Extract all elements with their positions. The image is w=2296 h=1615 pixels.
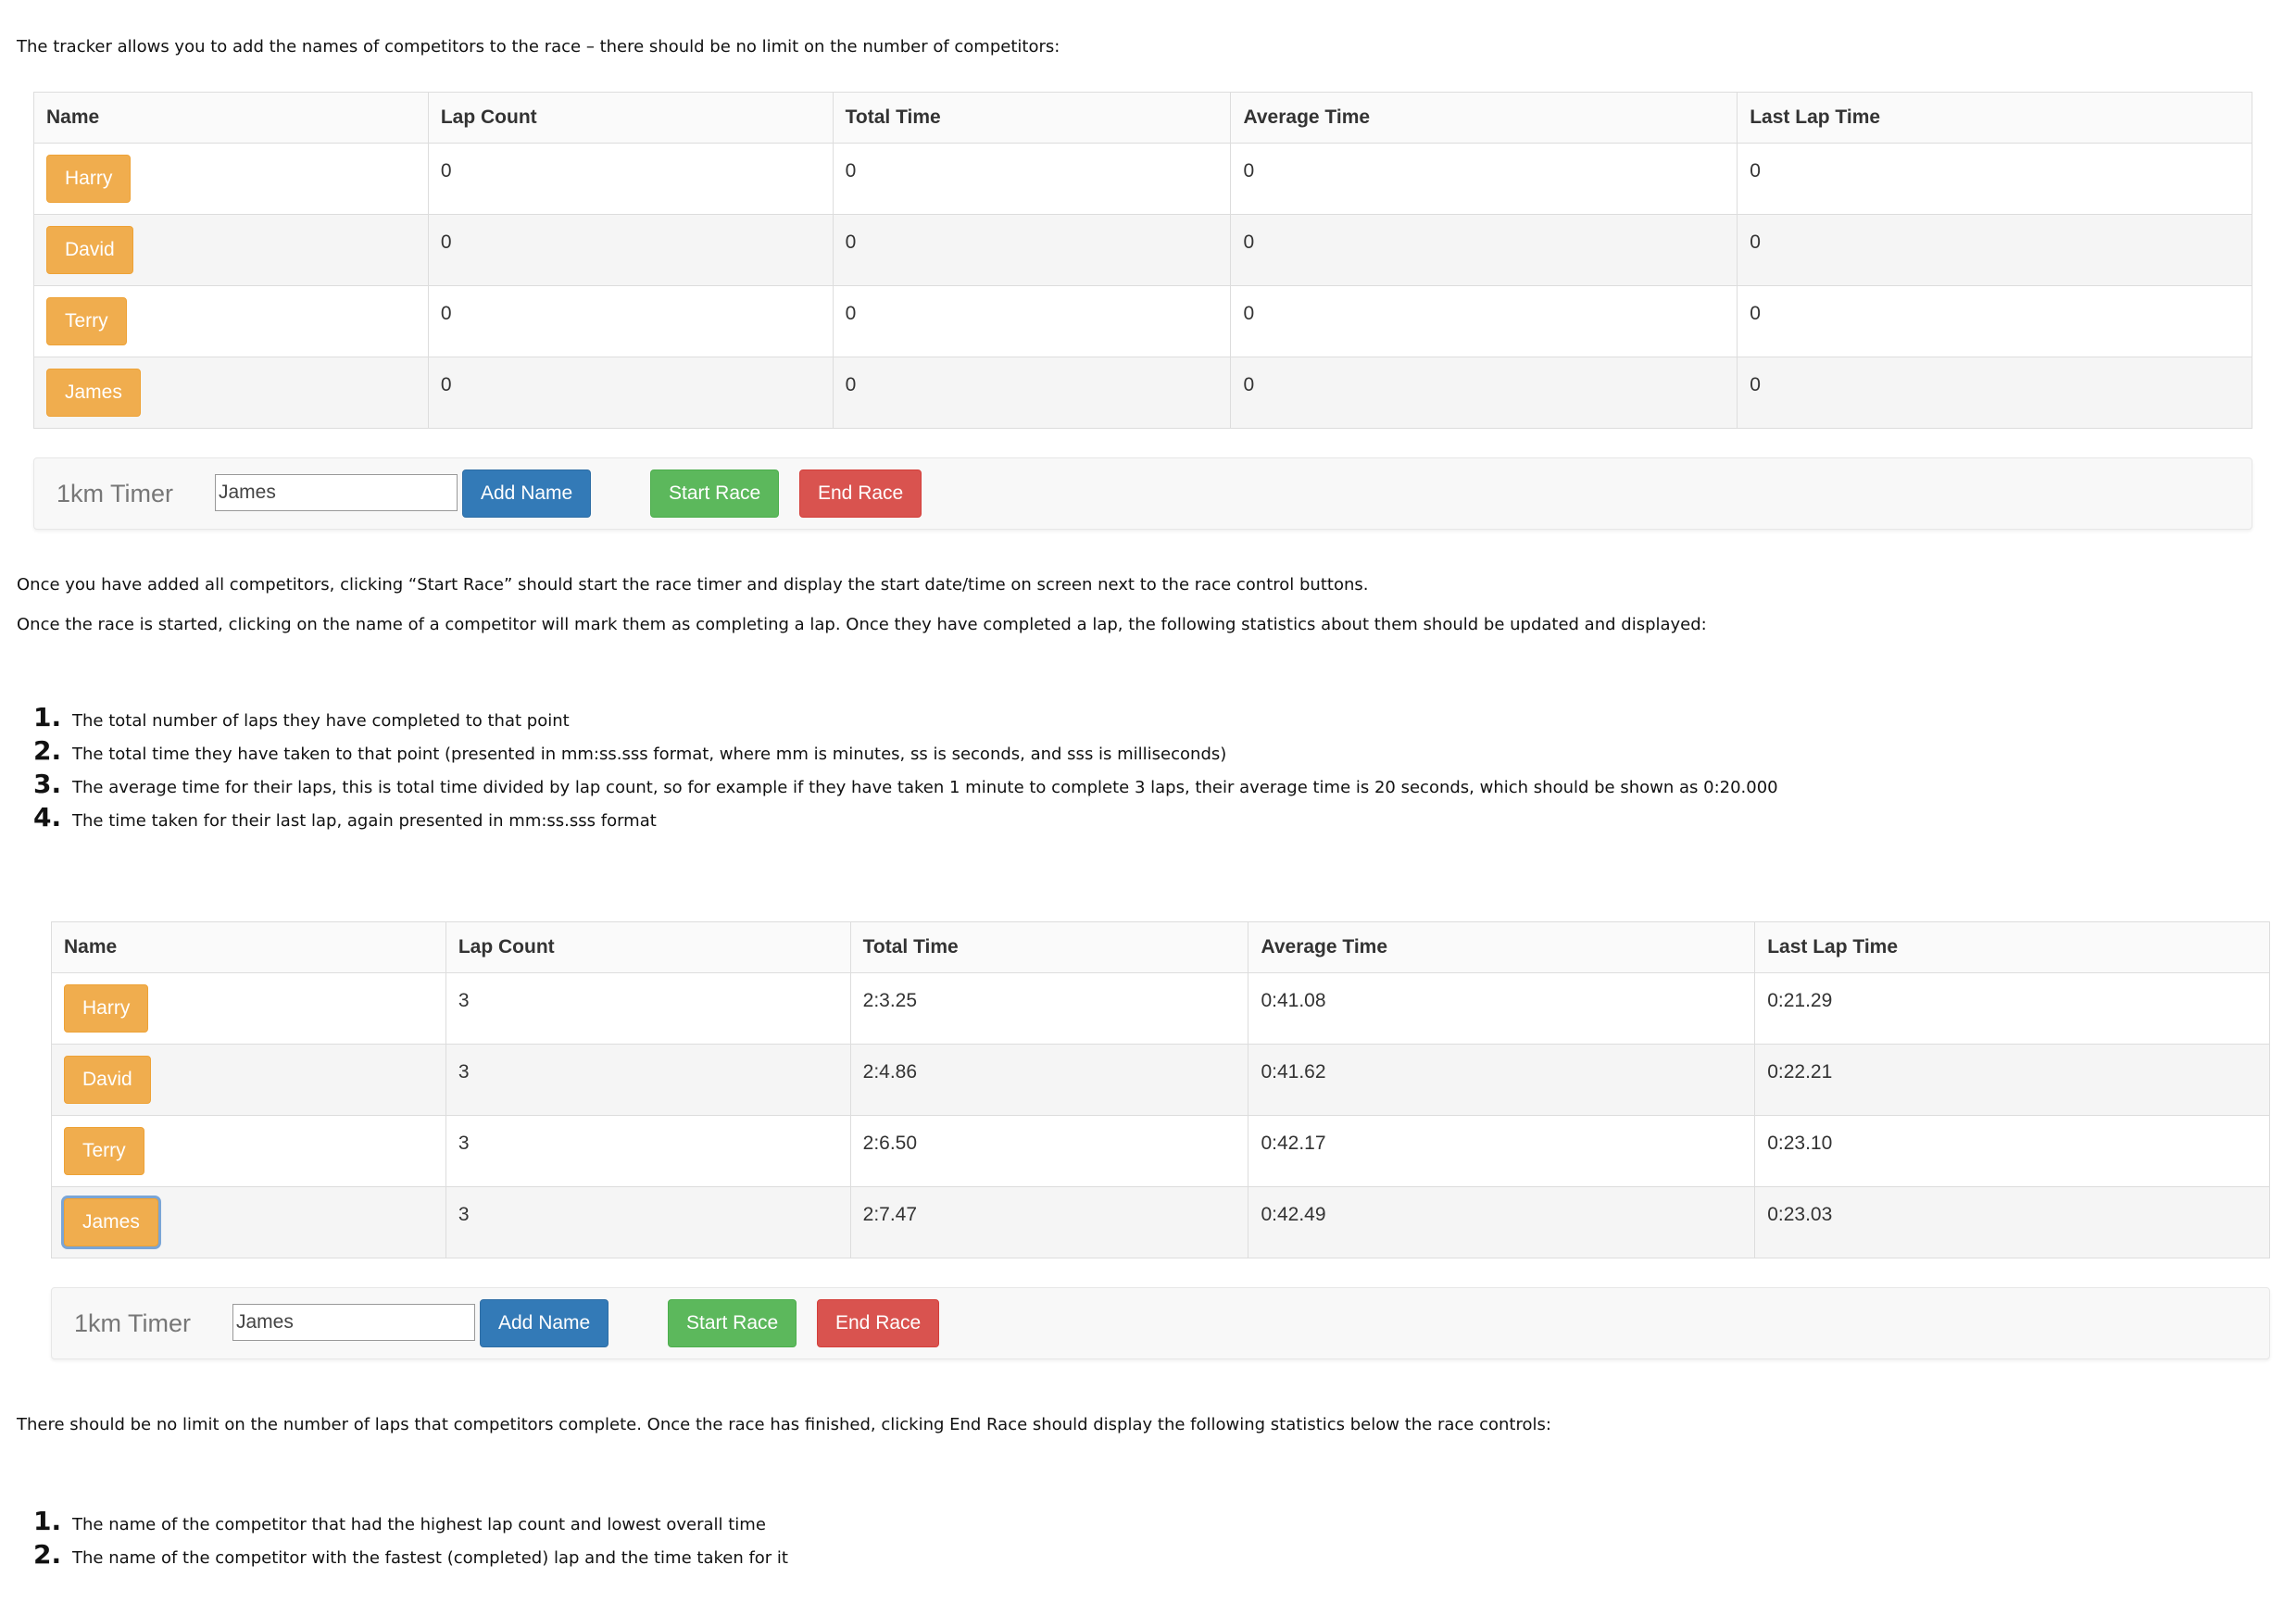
total-time-cell: 0	[832, 143, 1232, 215]
last-lap-time-cell: 0:22.21	[1754, 1044, 2270, 1116]
list-item: 1. The total number of laps they have com…	[33, 702, 570, 732]
average-time-cell: 0:42.17	[1248, 1115, 1756, 1187]
end-race-button[interactable]: End Race	[817, 1299, 940, 1347]
lap-count-cell: 0	[427, 143, 834, 215]
total-time-cell: 0	[832, 357, 1232, 429]
stats-list: 1. The total number of laps they have com…	[33, 702, 1778, 835]
average-time-cell: 0	[1230, 285, 1738, 357]
column-header-lap-count: Lap Count	[427, 92, 834, 144]
end-race-button[interactable]: End Race	[799, 469, 922, 518]
total-time-cell: 2:7.47	[849, 1186, 1249, 1258]
last-lap-time-cell: 0:23.03	[1754, 1186, 2270, 1258]
start-race-button[interactable]: Start Race	[668, 1299, 797, 1347]
table-row: James 0 0 0 0	[33, 357, 2252, 429]
last-lap-time-cell: 0	[1737, 214, 2252, 286]
lap-count-cell: 3	[445, 1186, 851, 1258]
lap-text: Once the race is started, clicking on th…	[17, 615, 1707, 634]
total-time-cell: 2:6.50	[849, 1115, 1249, 1187]
competitor-button-james[interactable]: James	[46, 369, 141, 417]
list-item: 1. The name of the competitor that had th…	[33, 1506, 766, 1536]
competitor-name-input[interactable]	[232, 1304, 475, 1341]
competitor-table-results: Name Lap Count Total Time Average Time L…	[51, 921, 2270, 1258]
lap-count-cell: 3	[445, 1044, 851, 1116]
column-header-total-time: Total Time	[832, 92, 1232, 144]
competitor-button-harry[interactable]: Harry	[46, 155, 132, 203]
table-row: James 3 2:7.47 0:42.49 0:23.03	[51, 1186, 2270, 1258]
lap-count-cell: 3	[445, 1115, 851, 1187]
total-time-cell: 0	[832, 214, 1232, 286]
lap-count-cell: 0	[427, 214, 834, 286]
column-header-average-time: Average Time	[1230, 92, 1738, 144]
intro-text: The tracker allows you to add the names …	[17, 37, 1060, 56]
column-header-name: Name	[51, 921, 446, 973]
last-lap-time-cell: 0	[1737, 285, 2252, 357]
last-lap-time-cell: 0	[1737, 143, 2252, 215]
competitor-button-terry[interactable]: Terry	[64, 1127, 144, 1175]
table-row: Terry 3 2:6.50 0:42.17 0:23.10	[51, 1115, 2270, 1187]
table-row: David 3 2:4.86 0:41.62 0:22.21	[51, 1044, 2270, 1116]
average-time-cell: 0:41.62	[1248, 1044, 1756, 1116]
list-item: 4. The time taken for their last lap, aga…	[33, 802, 657, 833]
column-header-last-lap-time: Last Lap Time	[1737, 92, 2252, 144]
list-item: 2. The name of the competitor with the fa…	[33, 1539, 788, 1570]
competitor-button-harry[interactable]: Harry	[64, 984, 149, 1033]
column-header-total-time: Total Time	[849, 921, 1249, 973]
race-controls-bar: 1km Timer Add Name Start Race End Race	[51, 1287, 2270, 1359]
last-lap-time-cell: 0	[1737, 357, 2252, 429]
brand-title: 1km Timer	[56, 480, 174, 507]
end-stats-list: 1. The name of the competitor that had th…	[33, 1506, 788, 1572]
lap-count-cell: 0	[427, 357, 834, 429]
total-time-cell: 0	[832, 285, 1232, 357]
competitor-name-input[interactable]	[215, 474, 458, 511]
start-race-button[interactable]: Start Race	[650, 469, 780, 518]
average-time-cell: 0	[1230, 143, 1738, 215]
competitor-button-terry[interactable]: Terry	[46, 297, 127, 345]
column-header-name: Name	[33, 92, 429, 144]
column-header-last-lap-time: Last Lap Time	[1754, 921, 2270, 973]
table-row: David 0 0 0 0	[33, 214, 2252, 286]
column-header-average-time: Average Time	[1248, 921, 1756, 973]
add-name-button[interactable]: Add Name	[480, 1299, 609, 1347]
average-time-cell: 0	[1230, 214, 1738, 286]
table-header-row: Name Lap Count Total Time Average Time L…	[33, 92, 2252, 144]
add-name-button[interactable]: Add Name	[462, 469, 592, 518]
competitor-button-james[interactable]: James	[64, 1198, 158, 1246]
last-lap-time-cell: 0:23.10	[1754, 1115, 2270, 1187]
column-header-lap-count: Lap Count	[445, 921, 851, 973]
table-row: Harry 3 2:3.25 0:41.08 0:21.29	[51, 972, 2270, 1045]
lap-count-cell: 0	[427, 285, 834, 357]
average-time-cell: 0:42.49	[1248, 1186, 1756, 1258]
table-row: Terry 0 0 0 0	[33, 285, 2252, 357]
list-item: 2. The total time they have taken to that…	[33, 735, 1227, 766]
last-lap-time-cell: 0:21.29	[1754, 972, 2270, 1045]
average-time-cell: 0:41.08	[1248, 972, 1756, 1045]
lap-count-cell: 3	[445, 972, 851, 1045]
race-controls-bar: 1km Timer Add Name Start Race End Race	[33, 457, 2252, 530]
competitor-table-initial: Name Lap Count Total Time Average Time L…	[33, 92, 2252, 429]
table-row: Harry 0 0 0 0	[33, 143, 2252, 215]
total-time-cell: 2:3.25	[849, 972, 1249, 1045]
end-race-text: There should be no limit on the number o…	[17, 1415, 1551, 1434]
total-time-cell: 2:4.86	[849, 1044, 1249, 1116]
competitor-button-david[interactable]: David	[64, 1056, 151, 1104]
average-time-cell: 0	[1230, 357, 1738, 429]
start-race-text: Once you have added all competitors, cli…	[17, 575, 1369, 595]
list-item: 3. The average time for their laps, this …	[33, 769, 1778, 799]
brand-title: 1km Timer	[74, 1309, 192, 1337]
table-header-row: Name Lap Count Total Time Average Time L…	[51, 921, 2270, 973]
competitor-button-david[interactable]: David	[46, 226, 133, 274]
